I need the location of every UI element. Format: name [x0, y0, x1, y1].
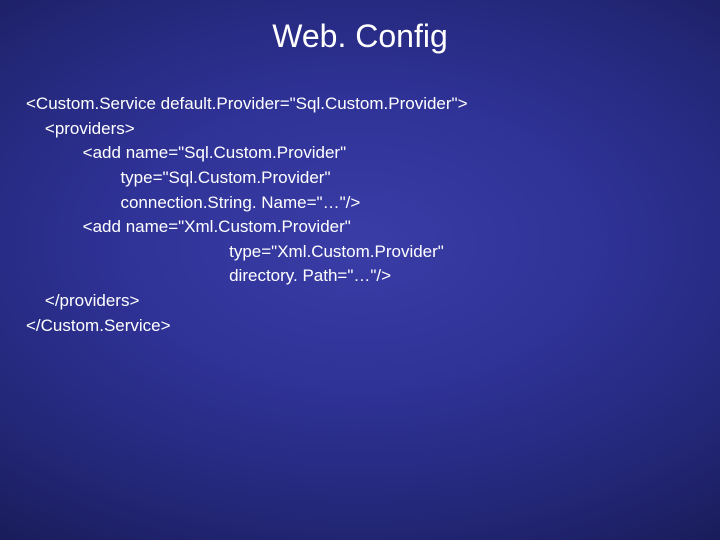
- code-line: directory. Path="…"/>: [26, 266, 391, 285]
- code-line: <providers>: [26, 119, 135, 138]
- slide-title: Web. Config: [0, 18, 720, 55]
- slide: Web. Config <Custom.Service default.Prov…: [0, 0, 720, 540]
- code-line: <add name="Sql.Custom.Provider": [26, 143, 346, 162]
- code-line: <Custom.Service default.Provider="Sql.Cu…: [26, 94, 468, 113]
- code-line: <add name="Xml.Custom.Provider": [26, 217, 351, 236]
- code-line: connection.String. Name="…"/>: [26, 193, 360, 212]
- code-block: <Custom.Service default.Provider="Sql.Cu…: [26, 92, 694, 338]
- code-line: </providers>: [26, 291, 139, 310]
- code-line: type="Sql.Custom.Provider": [26, 168, 330, 187]
- code-line: type="Xml.Custom.Provider": [26, 242, 444, 261]
- code-line: </Custom.Service>: [26, 316, 171, 335]
